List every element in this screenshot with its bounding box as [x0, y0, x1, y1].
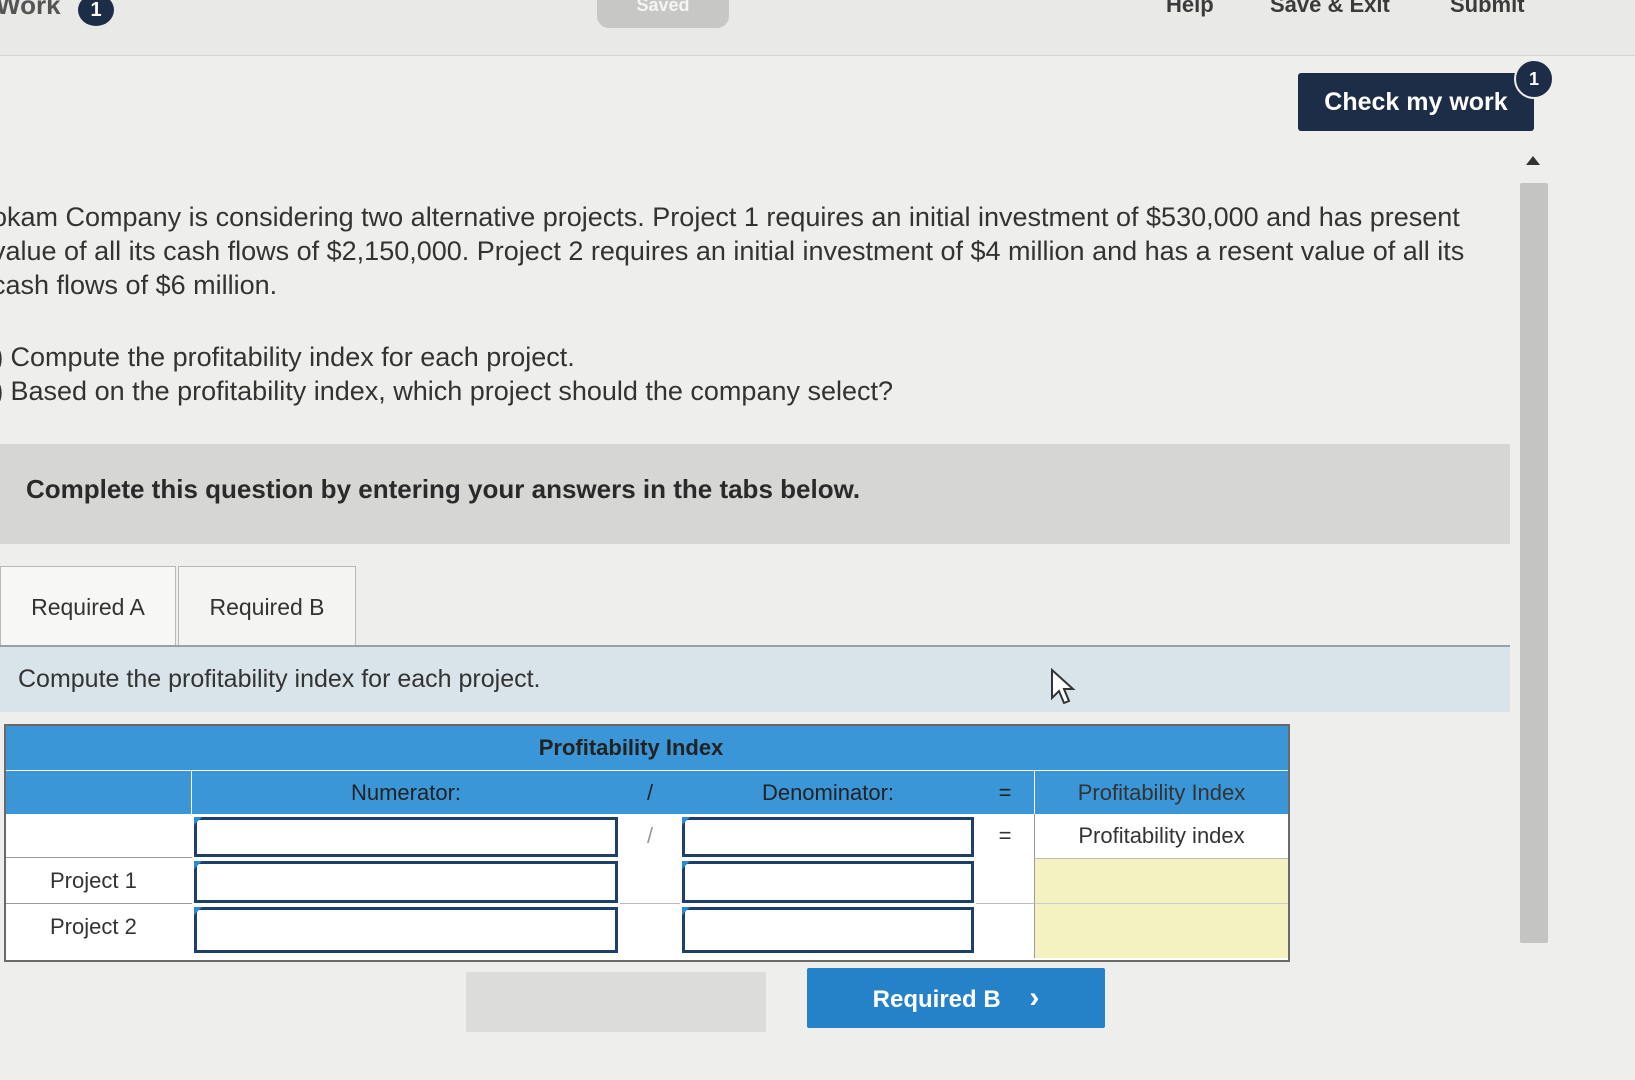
chevron-right-icon: ›	[1029, 981, 1040, 1014]
saved-status: Saved	[597, 0, 729, 28]
project-1-numerator-input[interactable]	[194, 861, 618, 903]
next-required-b-button[interactable]: Required B ›	[807, 968, 1105, 1028]
question-text: okam Company is considering two alternat…	[0, 202, 1465, 300]
project-2-result-cell	[1034, 904, 1288, 958]
tab-required-b[interactable]: Required B	[178, 566, 356, 646]
project-2-numerator-input[interactable]	[194, 907, 618, 953]
scrollbar[interactable]	[1520, 150, 1548, 950]
requirement-a: ) Compute the profitability index for ea…	[0, 340, 1094, 374]
work-info-badge[interactable]: 1	[78, 0, 114, 26]
table-title: Profitability Index	[538, 735, 724, 760]
divide-sign: /	[646, 823, 654, 848]
check-count-badge: 1	[1514, 59, 1554, 99]
requirement-b-text: Based on the profitability index, which …	[10, 376, 894, 406]
row-label-header	[6, 770, 192, 814]
requirement-b: ) Based on the profitability index, whic…	[0, 374, 1094, 408]
divide-header: /	[620, 770, 680, 814]
equals-header: =	[976, 770, 1034, 814]
check-my-work-button[interactable]: Check my work	[1298, 73, 1534, 131]
project-1-result-cell	[1034, 858, 1288, 904]
requirement-a-marker: )	[0, 342, 3, 372]
scroll-thumb[interactable]	[1520, 183, 1548, 943]
project-1-label: Project 1	[6, 858, 192, 904]
numerator-label-input[interactable]	[194, 817, 618, 857]
work-label: Work	[0, 0, 61, 20]
top-bar: Work 1 Saved Help Save & Exit Submit	[0, 0, 1635, 56]
project-2-label: Project 2	[50, 914, 137, 939]
numerator-header: Numerator:	[192, 770, 620, 814]
result-label: Profitability index	[1034, 814, 1288, 858]
label-row-empty	[6, 814, 192, 858]
next-button-label: Required B	[872, 986, 1001, 1013]
requirement-b-marker: )	[0, 376, 3, 406]
equals-sign: =	[998, 823, 1012, 848]
help-link[interactable]: Help	[1166, 0, 1214, 18]
instruction-text: Complete this question by entering your …	[26, 474, 861, 504]
requirement-a-text: Compute the profitability index for each…	[10, 342, 575, 372]
content-heading: Compute the profitability index for each…	[18, 665, 541, 693]
denominator-label-input[interactable]	[682, 817, 974, 857]
requirements-list: ) Compute the profitability index for ea…	[0, 340, 1094, 408]
save-exit-link[interactable]: Save & Exit	[1270, 0, 1390, 18]
scroll-up-arrow-icon[interactable]	[1526, 156, 1540, 165]
denominator-header: Denominator:	[680, 770, 976, 814]
project-2-denominator-input[interactable]	[682, 907, 974, 953]
previous-button-placeholder	[466, 972, 766, 1032]
instruction-banner: Complete this question by entering your …	[0, 444, 1510, 544]
mouse-cursor-icon	[1051, 668, 1076, 705]
submit-link[interactable]: Submit	[1450, 0, 1525, 18]
tab-content-header: Compute the profitability index for each…	[0, 647, 1510, 712]
result-header: Profitability Index	[1034, 770, 1288, 814]
project-1-denominator-input[interactable]	[682, 861, 974, 903]
tab-required-a[interactable]: Required A	[0, 566, 176, 647]
profitability-index-table: Profitability Index Numerator: / Denomin…	[4, 724, 1290, 962]
